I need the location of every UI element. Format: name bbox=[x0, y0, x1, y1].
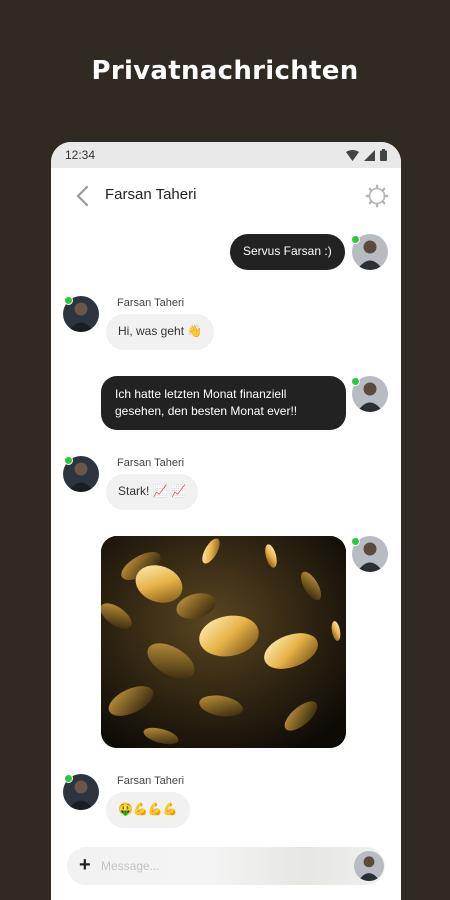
message-image[interactable] bbox=[101, 536, 346, 748]
composer-avatar bbox=[354, 851, 384, 881]
status-icons bbox=[346, 149, 387, 161]
message-bubble-received[interactable]: Hi, was geht 👋 bbox=[106, 314, 215, 350]
status-bar: 12:34 bbox=[51, 142, 401, 168]
golden-coins-image bbox=[101, 536, 346, 748]
message-bubble-sent[interactable]: Ich hatte letzten Monat finanziell geseh… bbox=[101, 376, 346, 430]
message-composer: + bbox=[67, 847, 385, 885]
settings-button[interactable] bbox=[365, 184, 389, 208]
online-indicator bbox=[64, 774, 73, 783]
sender-name: Farsan Taheri bbox=[117, 457, 185, 469]
status-time: 12:34 bbox=[65, 148, 96, 162]
message-text-line: Ich hatte letzten Monat finanziell bbox=[115, 387, 287, 401]
message-bubble-sent[interactable]: Servus Farsan :) bbox=[230, 234, 345, 270]
online-indicator bbox=[64, 456, 73, 465]
promo-title: Privatnachrichten bbox=[91, 56, 359, 86]
sender-name: Farsan Taheri bbox=[117, 775, 185, 787]
phone-screen: 12:34 Farsan Taheri Servus Farsan:) Far… bbox=[51, 142, 401, 900]
message-text: Hi, was geht 👋 bbox=[118, 324, 203, 338]
signal-icon bbox=[364, 149, 375, 161]
chat-title: Farsan Taheri bbox=[105, 186, 197, 203]
message-text: Servus Farsan :) bbox=[243, 244, 332, 258]
chevron-left-icon bbox=[76, 185, 89, 207]
message-text: Stark! 📈 📈 bbox=[118, 484, 186, 498]
back-button[interactable] bbox=[73, 184, 93, 208]
battery-icon bbox=[380, 149, 387, 161]
gear-icon bbox=[365, 184, 389, 208]
chat-header: Farsan Taheri bbox=[51, 168, 401, 224]
message-bubble-received[interactable]: 🤑💪💪💪 bbox=[106, 792, 190, 828]
online-indicator bbox=[64, 296, 73, 305]
online-indicator bbox=[351, 537, 360, 546]
online-indicator bbox=[351, 377, 360, 386]
online-indicator bbox=[351, 235, 360, 244]
wifi-icon bbox=[346, 149, 359, 161]
add-attachment-button[interactable]: + bbox=[79, 855, 91, 875]
sender-name: Farsan Taheri bbox=[117, 297, 185, 309]
message-text: 🤑💪💪💪 bbox=[118, 802, 178, 816]
message-input[interactable] bbox=[101, 855, 341, 877]
message-bubble-received[interactable]: Stark! 📈 📈 bbox=[106, 474, 198, 510]
message-text-line: gesehen, den besten Monat ever!! bbox=[115, 404, 298, 418]
